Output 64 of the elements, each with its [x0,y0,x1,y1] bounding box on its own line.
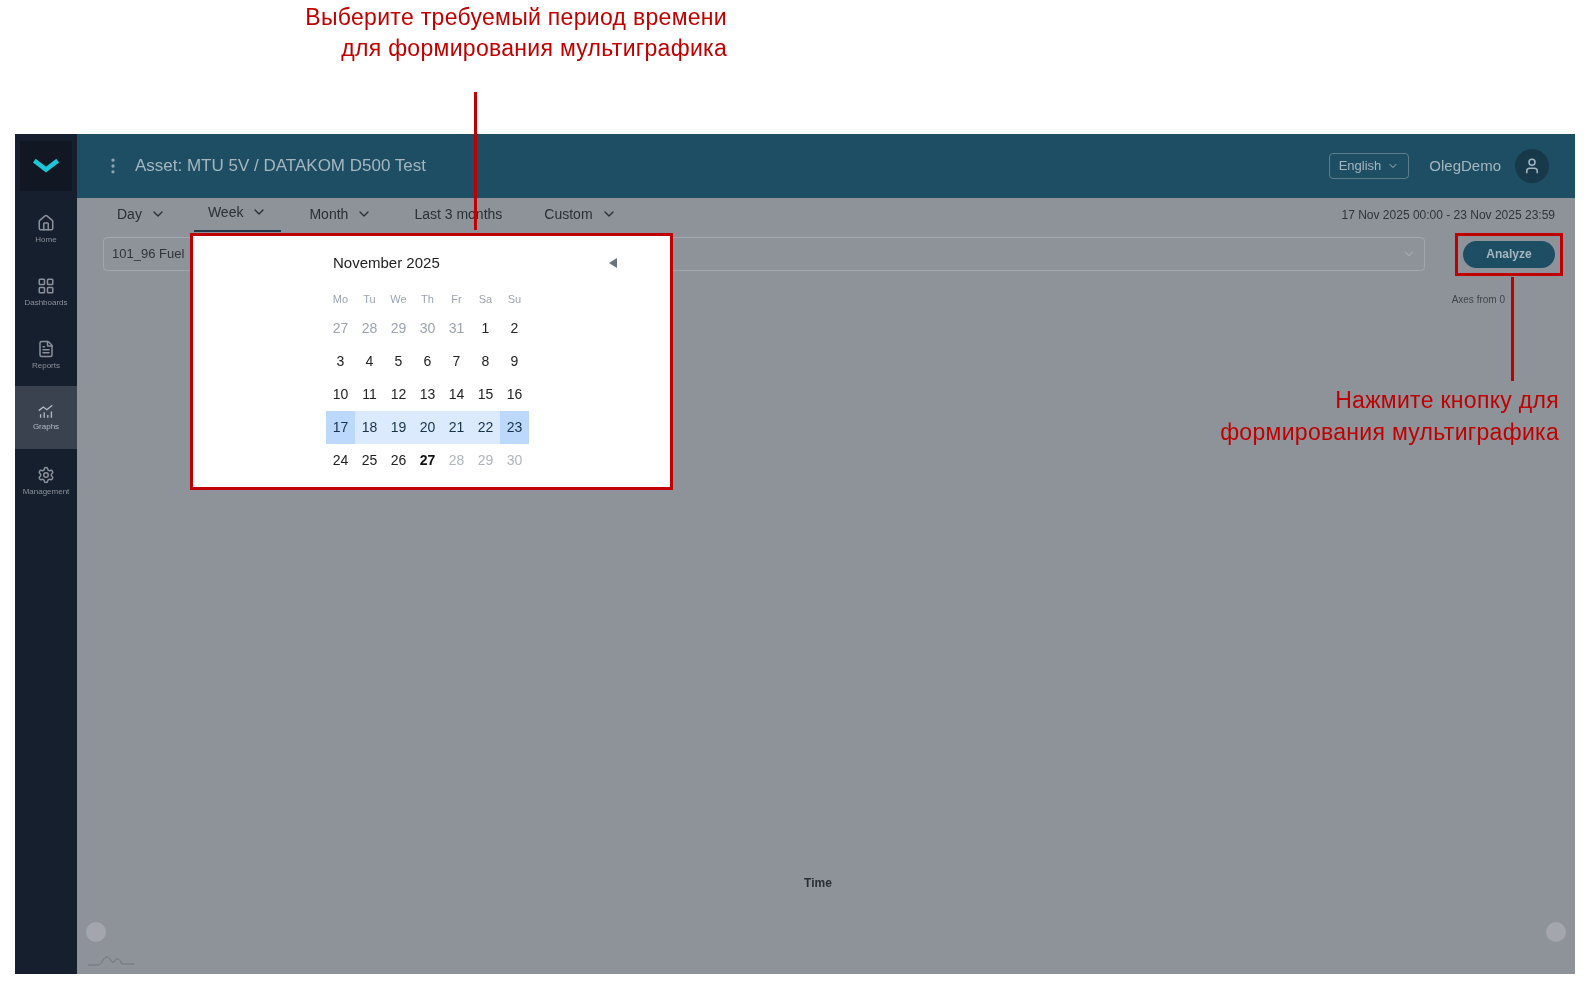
calendar-day[interactable]: 16 [500,378,529,411]
calendar-day[interactable]: 5 [384,345,413,378]
weekday-label: Th [420,291,435,307]
axis-label: Time [804,875,832,892]
period-tab[interactable]: Custom [530,198,631,232]
analyze-button[interactable]: Analyze [1463,240,1555,268]
calendar-day[interactable]: 23 [500,411,529,444]
annotation-text: Выберите требуемый период времени [305,3,727,32]
period-tab[interactable]: Day [103,198,180,232]
document-icon [37,339,55,358]
calendar-day[interactable]: 8 [471,345,500,378]
weekday-label: Sa [477,291,494,307]
annotation-text: для формирования мультиграфика [341,34,727,63]
calendar-day[interactable]: 3 [326,345,355,378]
calendar-day[interactable]: 4 [355,345,384,378]
annotation-text: Нажмите кнопку для [1335,386,1559,415]
period-tab[interactable]: Month [295,198,387,232]
dashboard-grid-icon [37,276,55,295]
chart-icon [37,404,55,419]
sidebar-item[interactable]: Graphs [15,386,77,449]
annotation-text: формирования мультиграфика [1220,418,1559,447]
calendar-day[interactable]: 26 [384,444,413,477]
calendar-day[interactable]: 17 [326,411,355,444]
user-icon [1523,157,1541,175]
calendar-day[interactable]: 6 [413,345,442,378]
settings-icon [37,465,55,484]
user-name: OlegDemo [1429,155,1501,176]
axes-option: Axes from 0 [1451,292,1505,307]
weekday-label: Su [506,291,523,307]
calendar-day[interactable]: 25 [355,444,384,477]
weekday-label: Tu [362,291,377,307]
calendar-day[interactable]: 18 [355,411,384,444]
page-title: Asset: MTU 5V / DATAKOM D500 Test [135,155,426,178]
calendar-day[interactable]: 22 [471,411,500,444]
sidebar-item[interactable]: Reports [15,323,77,386]
calendar-day[interactable]: 21 [442,411,471,444]
calendar-day[interactable]: 24 [326,444,355,477]
calendar-day[interactable]: 27 [413,444,442,477]
sidebar-item[interactable]: Management [15,449,77,512]
avatar-button[interactable] [1515,149,1549,183]
calendar-day[interactable]: 20 [413,411,442,444]
weekday-label: Fr [450,291,463,307]
weekday-label: Mo [331,291,350,307]
calendar-day[interactable]: 14 [442,378,471,411]
logo-icon [20,141,72,191]
sidebar-item[interactable]: Dashboards [15,260,77,323]
calendar-day[interactable]: 7 [442,345,471,378]
calendar-day[interactable]: 9 [500,345,529,378]
weekday-label: We [389,291,408,307]
calendar-day[interactable]: 1 [471,312,500,345]
calendar-day[interactable]: 11 [355,378,384,411]
previous-month-icon[interactable] [609,258,617,268]
home-icon [37,213,55,232]
calendar-day[interactable]: 19 [384,411,413,444]
sidebar-item[interactable]: Home [15,197,77,260]
calendar-day[interactable]: 12 [384,378,413,411]
calendar-day[interactable]: 15 [471,378,500,411]
language-select[interactable]: English [1328,153,1410,179]
date-range: 17 Nov 2025 00:00 - 23 Nov 2025 23:59 [1341,207,1555,224]
calendar-month: November 2025 [333,252,440,273]
calendar-day[interactable]: 2 [500,312,529,345]
calendar-day[interactable]: 13 [413,378,442,411]
sparkline-icon [88,954,134,966]
calendar-day[interactable]: 10 [326,378,355,411]
